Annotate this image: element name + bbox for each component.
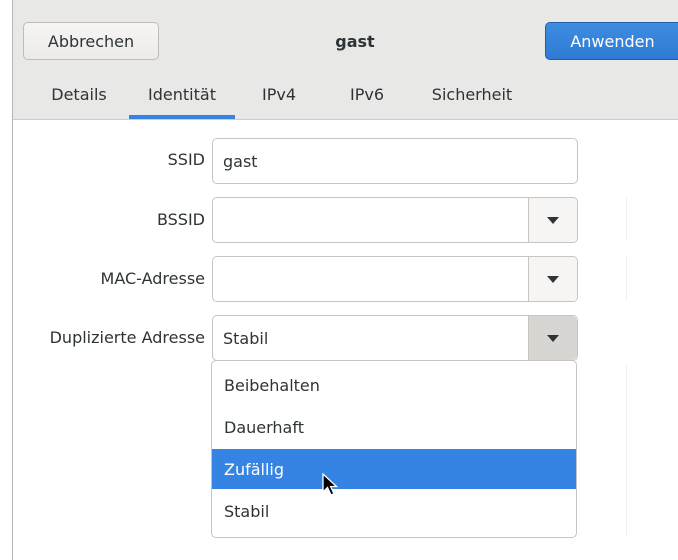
tab-ipv6[interactable]: IPv6 — [335, 70, 399, 119]
mac-address-label: MAC-Adresse — [100, 269, 205, 288]
ssid-field[interactable]: gast — [212, 138, 578, 184]
tab-bar: Details Identität IPv4 IPv6 Sicherheit — [13, 70, 678, 120]
tab-ipv4[interactable]: IPv4 — [247, 70, 311, 119]
chevron-down-icon — [547, 216, 559, 224]
mac-dropdown-button[interactable] — [528, 257, 577, 301]
cancel-button[interactable]: Abbrechen — [23, 22, 159, 60]
chevron-down-icon — [547, 334, 559, 342]
headerbar: Abbrechen gast Anwenden — [13, 0, 678, 71]
option-stabil[interactable]: Stabil — [212, 491, 576, 531]
apply-button[interactable]: Anwenden — [545, 22, 678, 60]
mac-address-combo[interactable] — [212, 256, 578, 302]
chevron-down-icon — [547, 275, 559, 283]
option-dauerhaft[interactable]: Dauerhaft — [212, 407, 576, 447]
option-zufaellig[interactable]: Zufällig — [212, 449, 576, 489]
tab-identity[interactable]: Identität — [129, 70, 235, 119]
duplicate-address-combo[interactable]: Stabil — [212, 315, 578, 361]
duplicate-address-value: Stabil — [223, 328, 269, 348]
network-settings-dialog: Abbrechen gast Anwenden Details Identitä… — [12, 0, 678, 560]
duplicate-address-dropdown-button[interactable] — [528, 316, 577, 360]
divider — [626, 256, 627, 300]
divider — [626, 198, 627, 240]
bssid-label: BSSID — [156, 210, 205, 229]
bssid-combo[interactable] — [212, 197, 578, 243]
divider — [626, 365, 627, 535]
ssid-label: SSID — [167, 150, 205, 169]
tab-details[interactable]: Details — [29, 70, 129, 119]
duplicate-address-options-popup: Beibehalten Dauerhaft Zufällig Stabil — [211, 360, 577, 538]
duplicate-address-label: Duplizierte Adresse — [49, 328, 205, 347]
mouse-pointer-icon — [322, 473, 339, 496]
option-beibehalten[interactable]: Beibehalten — [212, 365, 576, 405]
bssid-dropdown-button[interactable] — [528, 198, 577, 242]
tab-security[interactable]: Sicherheit — [417, 70, 527, 119]
form-labels: SSID BSSID MAC-Adresse Duplizierte Adres… — [13, 120, 205, 420]
dialog-title: gast — [335, 31, 375, 51]
ssid-value: gast — [223, 151, 258, 171]
